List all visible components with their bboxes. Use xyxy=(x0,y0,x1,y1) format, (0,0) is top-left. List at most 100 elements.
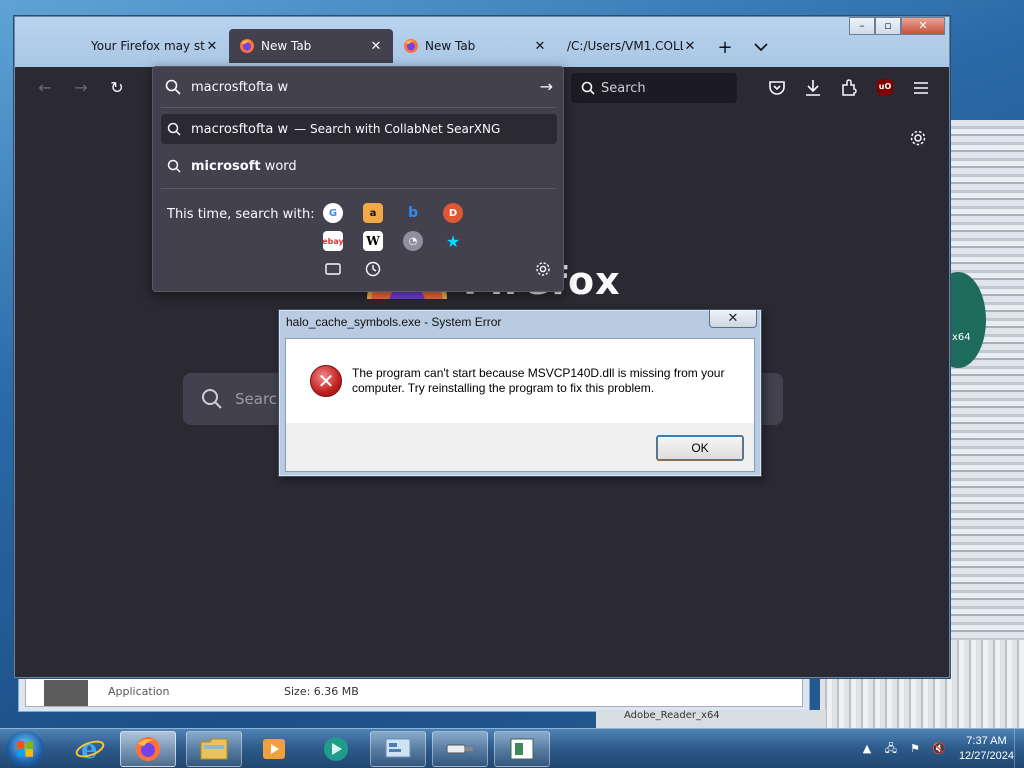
desktop-side-text: x64 xyxy=(952,332,971,343)
new-tab-button[interactable]: + xyxy=(707,27,743,67)
action-center-flag-icon[interactable]: ⚑ xyxy=(907,741,923,757)
search-icon xyxy=(581,81,595,95)
taskbar-media-player[interactable] xyxy=(246,731,302,767)
suggestion-search-searxng[interactable]: macrosftofta w — Search with CollabNet S… xyxy=(161,114,557,144)
network-icon[interactable]: 🖧 xyxy=(883,741,899,757)
show-desktop-button[interactable] xyxy=(1014,729,1024,768)
tab-new-tab[interactable]: New Tab ✕ xyxy=(393,29,557,63)
firefox-icon xyxy=(136,737,160,761)
back-button[interactable]: ← xyxy=(33,76,57,100)
system-tray: ▲ 🖧 ⚑ 🔇 7:37 AM 12/27/2024 xyxy=(855,733,1014,765)
suggestion-query: macrosftofta w xyxy=(191,121,289,137)
urlbar-dropdown: macrosftofta w → macrosftofta w — Search… xyxy=(152,66,564,292)
dialog-message: The program can't start because MSVCP140… xyxy=(352,366,725,395)
close-tab-icon[interactable]: ✕ xyxy=(683,39,697,54)
dialog-close-button[interactable]: ✕ xyxy=(709,310,757,328)
close-tab-icon[interactable]: ✕ xyxy=(533,39,547,54)
file-size-label: Size: 6.36 MB xyxy=(284,685,359,698)
taskbar: e ▲ 🖧 ⚑ 🔇 7:37 AM 12/27/2024 xyxy=(0,728,1024,768)
firefox-icon xyxy=(404,39,418,53)
reload-button[interactable]: ↻ xyxy=(105,76,129,100)
google-engine-icon[interactable]: G xyxy=(323,203,343,223)
background-explorer-window: Application Size: 6.36 MB xyxy=(18,672,810,712)
suggestion-microsoft-word[interactable]: microsoft word xyxy=(161,151,557,181)
show-hidden-icons-button[interactable]: ▲ xyxy=(859,741,875,757)
maximize-button[interactable]: ▫ xyxy=(875,17,901,35)
file-type-label: Application xyxy=(108,685,170,698)
dialog-title: halo_cache_symbols.exe - System Error xyxy=(286,315,502,329)
search-icon xyxy=(167,159,181,173)
file-thumbnail xyxy=(44,680,88,706)
history-clock-icon[interactable] xyxy=(363,259,383,279)
menu-icon[interactable] xyxy=(911,78,931,98)
taskbar-windows-media[interactable] xyxy=(308,731,364,767)
tab-title: New Tab xyxy=(425,39,476,53)
duckduckgo-engine-icon[interactable]: D xyxy=(443,203,463,223)
pocket-icon[interactable] xyxy=(767,78,787,98)
url-input[interactable]: macrosftofta w → xyxy=(153,67,563,107)
url-input-value: macrosftofta w xyxy=(191,79,289,95)
taskbar-internet-explorer[interactable]: e xyxy=(62,731,118,767)
suggestion-bold-part: microsoft xyxy=(191,158,261,174)
tab-local-file[interactable]: /C:/Users/VM1.COLLAB ✕ xyxy=(557,29,707,63)
search-icon xyxy=(202,389,222,409)
system-error-dialog: halo_cache_symbols.exe - System Error ✕ … xyxy=(278,309,762,477)
control-panel-icon xyxy=(385,738,411,758)
desktop-background-texture xyxy=(940,120,1024,720)
gear-icon[interactable] xyxy=(909,129,927,147)
clock-date: 12/27/2024 xyxy=(958,750,1014,762)
close-tab-icon[interactable]: ✕ xyxy=(205,39,219,54)
ebay-engine-icon[interactable]: ebay xyxy=(322,231,344,251)
bing-engine-icon[interactable]: b xyxy=(403,203,423,223)
tab-new-tab-active[interactable]: New Tab ✕ xyxy=(229,29,393,63)
search-icon xyxy=(167,122,181,136)
suggestion-rest: word xyxy=(260,158,297,174)
taskbar-network-cable[interactable] xyxy=(432,731,488,767)
svg-text:e: e xyxy=(81,735,98,764)
dialog-message-area: ✕ The program can't start because MSVCP1… xyxy=(286,339,754,423)
dialog-body: ✕ The program can't start because MSVCP1… xyxy=(285,338,755,472)
minimize-button[interactable]: – xyxy=(849,17,875,35)
close-tab-icon[interactable]: ✕ xyxy=(369,39,383,54)
firefox-icon xyxy=(240,39,254,53)
oneoff-search-label: This time, search with: xyxy=(167,207,315,222)
taskbar-file-explorer[interactable] xyxy=(186,731,242,767)
search-settings-gear-icon[interactable] xyxy=(533,259,553,279)
go-arrow-icon[interactable]: → xyxy=(540,77,553,96)
tab-title: Your Firefox may sta xyxy=(91,39,205,53)
internet-explorer-icon: e xyxy=(75,735,105,764)
tab-firefox-may-start[interactable]: Your Firefox may sta ✕ xyxy=(21,29,229,63)
cable-icon xyxy=(446,744,473,754)
searxng-engine-icon[interactable]: ◔ xyxy=(403,231,423,251)
ok-button[interactable]: OK xyxy=(656,435,744,461)
tab-title: New Tab xyxy=(261,39,312,53)
taskbar-control-panel[interactable] xyxy=(370,731,426,767)
list-all-tabs-button[interactable] xyxy=(743,27,779,67)
search-bar[interactable]: Search xyxy=(571,73,737,103)
folder-icon xyxy=(200,738,228,760)
media-player-icon xyxy=(263,739,285,759)
forward-button[interactable]: → xyxy=(69,76,93,100)
search-placeholder: Search xyxy=(601,80,646,96)
clock[interactable]: 7:37 AM 12/27/2024 xyxy=(959,734,1014,764)
tabs-icon[interactable] xyxy=(323,259,343,279)
suggestion-action: — Search with CollabNet SearXNG xyxy=(294,122,501,136)
start-button[interactable] xyxy=(6,731,44,767)
taskbar-firefox[interactable] xyxy=(120,731,176,767)
windows-media-icon xyxy=(324,737,348,761)
background-file-label: Adobe_Reader_x64 xyxy=(596,710,826,728)
window-controls: – ▫ ✕ xyxy=(849,17,945,35)
tab-title: /C:/Users/VM1.COLLAB xyxy=(567,39,683,53)
extensions-icon[interactable] xyxy=(839,78,859,98)
downloads-icon[interactable] xyxy=(803,78,823,98)
amazon-engine-icon[interactable]: a xyxy=(363,203,383,223)
wikipedia-engine-icon[interactable]: W xyxy=(363,231,383,251)
window-frame: – ▫ ✕ Your Firefox may sta ✕ New Tab ✕ N… xyxy=(15,17,949,67)
taskbar-document-window[interactable] xyxy=(494,731,550,767)
volume-muted-icon[interactable]: 🔇 xyxy=(931,741,947,757)
error-icon: ✕ xyxy=(310,365,342,397)
close-window-button[interactable]: ✕ xyxy=(901,17,945,35)
document-window-icon xyxy=(510,738,534,760)
bookmarks-star-icon[interactable]: ★ xyxy=(443,231,463,251)
ublock-origin-icon[interactable]: uO xyxy=(877,79,893,95)
